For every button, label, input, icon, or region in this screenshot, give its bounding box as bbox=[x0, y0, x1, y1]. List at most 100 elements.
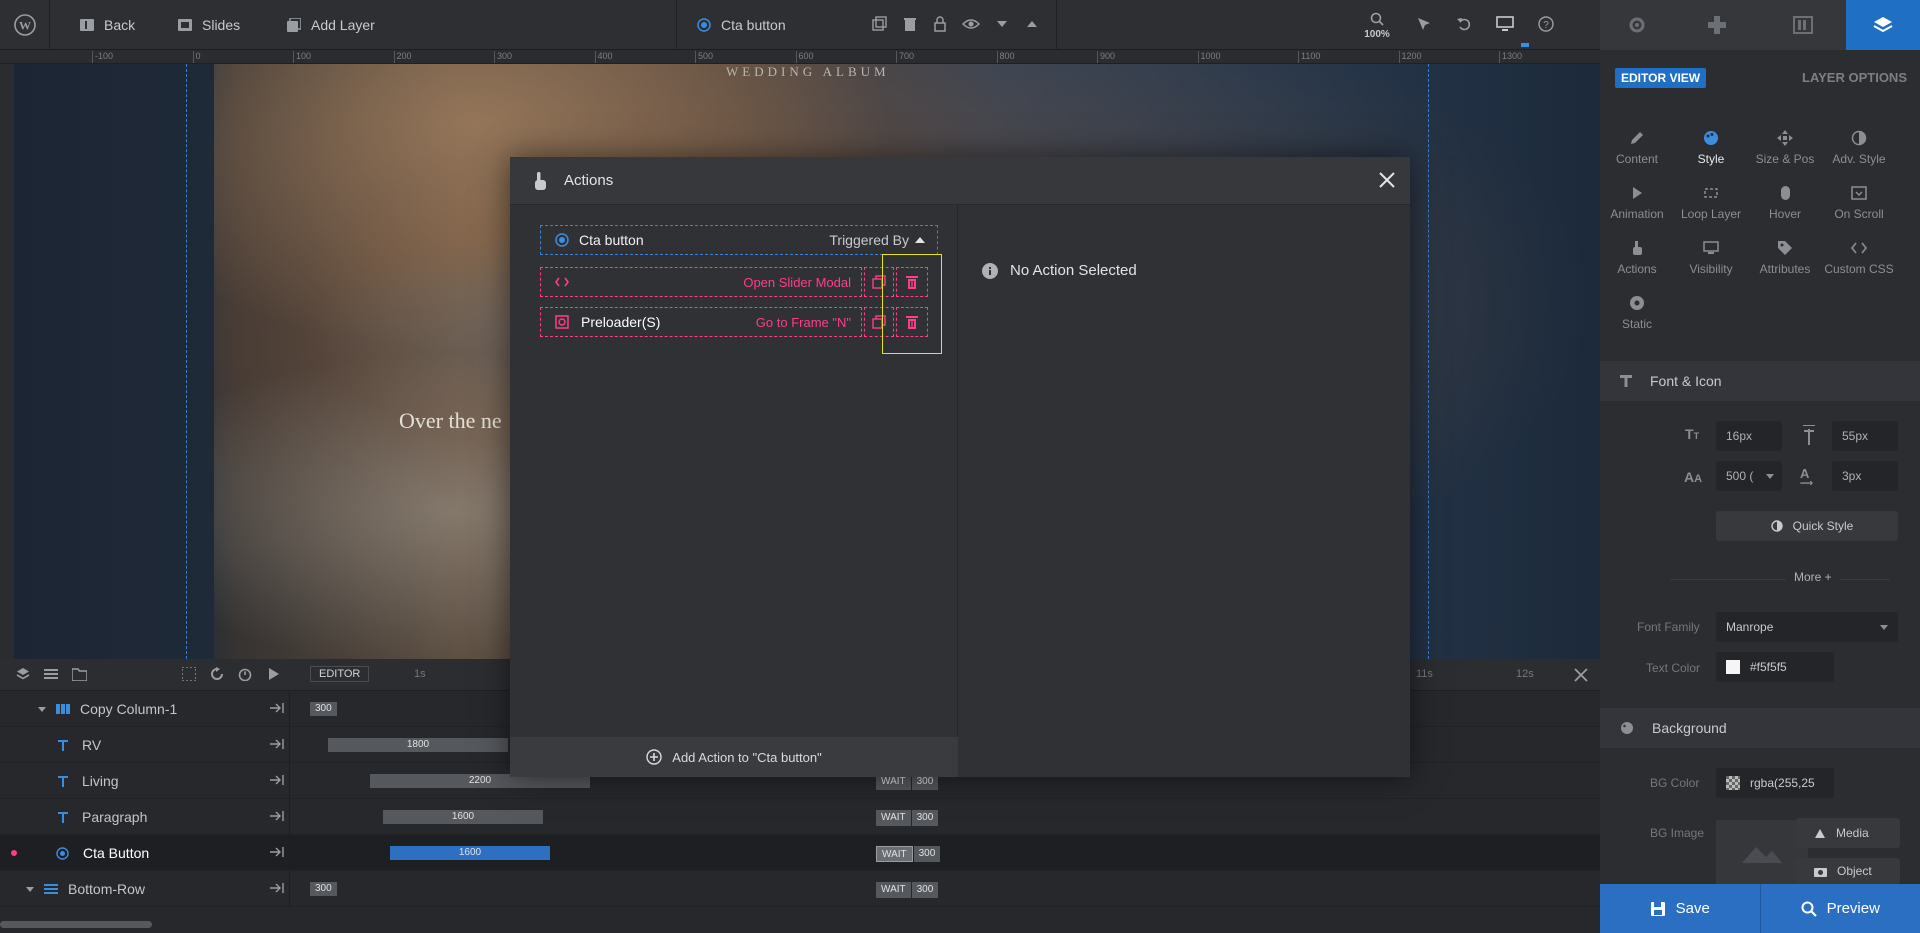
timeline-scrollbar[interactable] bbox=[0, 921, 152, 928]
delete-icon[interactable] bbox=[902, 16, 918, 32]
option-static[interactable]: Static bbox=[1600, 293, 1674, 331]
svg-text:W: W bbox=[19, 19, 31, 33]
pointer-icon[interactable] bbox=[1416, 16, 1432, 32]
ruler-tick-label: 1000 bbox=[1197, 51, 1221, 63]
object-button[interactable]: Object bbox=[1796, 858, 1900, 884]
wordpress-logo-icon[interactable]: W bbox=[0, 0, 50, 50]
eye-icon[interactable] bbox=[962, 16, 980, 32]
quick-style-button[interactable]: Quick Style bbox=[1716, 511, 1898, 541]
tag-icon bbox=[1748, 238, 1822, 258]
more-button[interactable]: More + bbox=[1786, 570, 1840, 584]
bg-image-preview[interactable]: × bbox=[1716, 820, 1808, 884]
collapse-row-icon bbox=[270, 883, 284, 893]
option-style[interactable]: Style bbox=[1674, 128, 1748, 166]
folder-icon[interactable] bbox=[72, 667, 87, 681]
preview-button[interactable]: Preview bbox=[1761, 884, 1920, 933]
editor-view-button[interactable]: EDITOR VIEW bbox=[1615, 68, 1707, 88]
font-icon-section-header[interactable]: Font & Icon bbox=[1600, 361, 1920, 401]
layer-options-tab[interactable] bbox=[1846, 0, 1920, 50]
button-layer-icon bbox=[555, 233, 569, 247]
font-weight-select[interactable]: 500 ( bbox=[1716, 461, 1782, 491]
font-size-input[interactable]: 16px bbox=[1716, 421, 1782, 451]
add-layer-icon bbox=[287, 18, 301, 32]
close-icon[interactable] bbox=[1378, 171, 1396, 189]
timeline-marker-1s: 1s bbox=[414, 668, 426, 680]
option-size-pos[interactable]: Size & Pos bbox=[1748, 128, 1822, 166]
trigger-layer-row[interactable]: Cta button Triggered By bbox=[540, 225, 938, 255]
refresh-icon[interactable] bbox=[210, 667, 224, 681]
undo-icon[interactable] bbox=[1456, 16, 1472, 32]
triggered-by-toggle[interactable]: Triggered By bbox=[829, 232, 909, 248]
palette-icon bbox=[1674, 128, 1748, 148]
highlight-box bbox=[882, 254, 942, 354]
option-adv-style[interactable]: Adv. Style bbox=[1822, 128, 1896, 166]
font-family-label: Font Family bbox=[1637, 620, 1700, 634]
layers-icon[interactable] bbox=[16, 667, 30, 681]
slides-button[interactable]: Slides bbox=[178, 0, 240, 50]
ruler-tick-label: 400 bbox=[594, 51, 613, 63]
option-animation[interactable]: Animation bbox=[1600, 183, 1674, 221]
chevron-down-icon[interactable] bbox=[994, 16, 1010, 32]
timer-icon[interactable] bbox=[238, 667, 252, 681]
back-button[interactable]: Back bbox=[80, 0, 135, 50]
camera-icon bbox=[1814, 866, 1827, 877]
navigation-tab[interactable] bbox=[1674, 0, 1760, 50]
button-layer-icon bbox=[56, 846, 69, 860]
timeline-row[interactable]: Bottom-Row 300 WAIT 300 bbox=[0, 871, 1600, 907]
slides-icon bbox=[178, 19, 192, 31]
timeline-row[interactable]: Paragraph 1600 WAIT 300 bbox=[0, 799, 1600, 835]
button-layer-icon bbox=[697, 18, 711, 32]
top-toolbar: W Back Slides Add Layer Cta button 100% … bbox=[0, 0, 1600, 50]
plus-circle-icon bbox=[646, 749, 662, 765]
hand-pointer-icon bbox=[1600, 238, 1674, 258]
close-timeline-icon[interactable] bbox=[1574, 668, 1588, 682]
collapse-row-icon bbox=[270, 703, 284, 713]
list-icon[interactable] bbox=[44, 667, 58, 681]
background-section-header[interactable]: Background bbox=[1600, 708, 1920, 748]
option-actions[interactable]: Actions bbox=[1600, 238, 1674, 276]
help-icon[interactable]: ? bbox=[1538, 16, 1554, 32]
settings-tab[interactable] bbox=[1600, 0, 1674, 50]
option-custom-css[interactable]: Custom CSS bbox=[1822, 238, 1896, 276]
save-icon bbox=[1650, 901, 1666, 917]
add-action-button[interactable]: Add Action to "Cta button" bbox=[510, 737, 958, 777]
option-hover[interactable]: Hover bbox=[1748, 183, 1822, 221]
collapse-row-icon bbox=[270, 811, 284, 821]
visibility-icon bbox=[1674, 238, 1748, 258]
editor-label[interactable]: EDITOR bbox=[310, 666, 370, 682]
code-icon bbox=[555, 277, 569, 287]
slide-heading[interactable]: WEDDING ALBUM bbox=[726, 64, 890, 80]
bg-image-label: BG Image bbox=[1650, 826, 1705, 840]
duplicate-icon[interactable] bbox=[872, 16, 888, 32]
media-button[interactable]: Media bbox=[1796, 818, 1900, 848]
lock-icon[interactable] bbox=[932, 16, 948, 32]
layers-library-tab[interactable] bbox=[1760, 0, 1846, 50]
zoom-control[interactable]: 100% bbox=[1362, 12, 1392, 40]
grid-icon[interactable] bbox=[182, 667, 196, 681]
ruler-tick-label: 900 bbox=[1097, 51, 1115, 63]
desktop-icon[interactable] bbox=[1496, 16, 1514, 32]
modal-header: Actions bbox=[510, 157, 1410, 205]
actions-modal: Actions Cta button Triggered By Open Sli… bbox=[510, 157, 1410, 777]
play-icon[interactable] bbox=[266, 667, 280, 681]
add-layer-button[interactable]: Add Layer bbox=[287, 0, 375, 50]
text-color-input[interactable]: #f5f5f5 bbox=[1716, 652, 1834, 682]
action-row[interactable]: Open Slider Modal bbox=[540, 267, 862, 297]
slide-body-text[interactable]: Over the ne bbox=[399, 408, 502, 434]
timeline-row-selected[interactable]: Cta Button 1600 WAIT 300 bbox=[0, 835, 1600, 871]
chevron-up-icon[interactable] bbox=[1024, 16, 1040, 32]
option-content[interactable]: Content bbox=[1600, 128, 1674, 166]
letter-spacing-input[interactable]: 3px bbox=[1832, 461, 1898, 491]
font-family-select[interactable]: Manrope bbox=[1716, 612, 1898, 642]
bg-color-input[interactable]: rgba(255,25 bbox=[1716, 768, 1834, 798]
option-loop-layer[interactable]: Loop Layer bbox=[1674, 183, 1748, 221]
ruler-tick-label: 0 bbox=[192, 51, 201, 63]
save-button[interactable]: Save bbox=[1600, 884, 1761, 933]
option-visibility[interactable]: Visibility bbox=[1674, 238, 1748, 276]
ruler-tick-label: 800 bbox=[996, 51, 1015, 63]
action-row[interactable]: Preloader(S) Go to Frame "N" bbox=[540, 307, 862, 337]
collapse-row-icon bbox=[270, 847, 284, 857]
line-height-input[interactable]: 55px bbox=[1832, 421, 1898, 451]
option-on-scroll[interactable]: On Scroll bbox=[1822, 183, 1896, 221]
option-attributes[interactable]: Attributes bbox=[1748, 238, 1822, 276]
